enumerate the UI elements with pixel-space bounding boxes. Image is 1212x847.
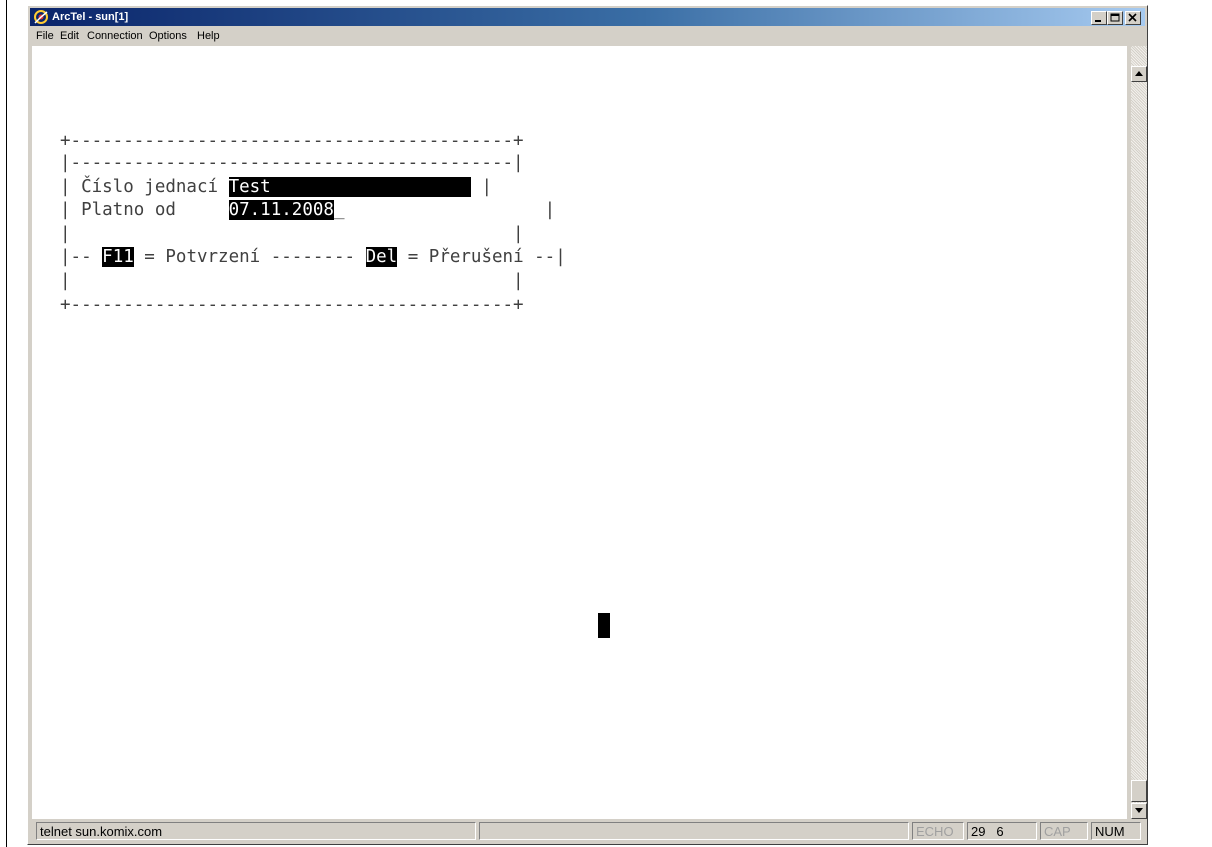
- field-row-end: |: [470, 177, 492, 197]
- vertical-scrollbar[interactable]: [1131, 46, 1147, 819]
- scroll-up-button[interactable]: [1131, 66, 1147, 82]
- field-row-cislo-jednaci: | Číslo jednací Test |: [60, 176, 492, 198]
- left-edge-line: [6, 0, 7, 847]
- status-row: 29: [971, 824, 986, 839]
- arrow-up-icon: [1135, 71, 1143, 76]
- arctel-app-icon[interactable]: [33, 9, 49, 25]
- menu-edit[interactable]: Edit: [60, 30, 79, 42]
- dialog-separator: |---------------------------------------…: [60, 153, 524, 173]
- arctel-window: ArcTel - sun[1] File Edit Connection Opt…: [27, 5, 1148, 845]
- field-row-platno-od: | Platno od 07.11.2008_ |: [60, 199, 555, 221]
- window-title: ArcTel - sun[1]: [52, 11, 129, 23]
- menu-file[interactable]: File: [36, 30, 54, 42]
- dialog-border-top: +---------------------------------------…: [60, 131, 524, 151]
- status-empty-panel: [479, 822, 909, 840]
- minimize-icon: [1095, 20, 1101, 22]
- status-col: 6: [996, 824, 1004, 839]
- menu-help[interactable]: Help: [197, 30, 220, 42]
- keys-prefix: |--: [60, 247, 103, 267]
- scroll-down-button[interactable]: [1131, 803, 1147, 819]
- close-button[interactable]: [1125, 11, 1141, 25]
- menu-connection[interactable]: Connection: [87, 30, 143, 42]
- field-label-platno-od: | Platno od: [60, 200, 229, 220]
- terminal-screen[interactable]: +---------------------------------------…: [32, 46, 1127, 819]
- function-keys-line: |-- F11 = Potvrzení -------- Del = Přeru…: [60, 246, 566, 268]
- close-icon: [1128, 13, 1137, 22]
- del-description: = Přerušení --|: [397, 247, 566, 267]
- status-cap: CAP: [1040, 822, 1088, 840]
- field-row-end: |: [344, 200, 556, 220]
- block-cursor: [598, 613, 610, 638]
- menu-options[interactable]: Options: [149, 30, 187, 42]
- menu-bar: File Edit Connection Options Help: [30, 27, 1145, 46]
- dialog-empty-line: | |: [60, 271, 524, 291]
- status-connection: telnet sun.komix.com: [36, 822, 476, 840]
- dialog-empty-line: | |: [60, 224, 524, 244]
- text-cursor: _: [333, 200, 345, 220]
- field-input-platno-od[interactable]: 07.11.2008: [228, 200, 334, 220]
- status-position: 29 6: [967, 822, 1037, 840]
- terminal-dialog: +---------------------------------------…: [60, 46, 566, 315]
- del-key[interactable]: Del: [365, 247, 398, 267]
- maximize-icon: [1110, 13, 1120, 22]
- maximize-button[interactable]: [1107, 11, 1123, 25]
- field-input-cislo-jednaci[interactable]: Test: [228, 177, 471, 197]
- scrollbar-thumb[interactable]: [1131, 780, 1147, 802]
- status-num: NUM: [1091, 822, 1141, 840]
- title-bar[interactable]: ArcTel - sun[1]: [30, 8, 1145, 26]
- minimize-button[interactable]: [1091, 11, 1107, 25]
- dialog-border-bottom: +---------------------------------------…: [60, 295, 524, 315]
- f11-key[interactable]: F11: [102, 247, 134, 267]
- status-bar: telnet sun.komix.com ECHO 29 6 CAP NUM: [30, 821, 1145, 842]
- arrow-down-icon: [1135, 808, 1143, 813]
- field-label-cislo-jednaci: | Číslo jednací: [60, 177, 229, 197]
- status-echo: ECHO: [912, 822, 964, 840]
- f11-description: = Potvrzení --------: [133, 247, 366, 267]
